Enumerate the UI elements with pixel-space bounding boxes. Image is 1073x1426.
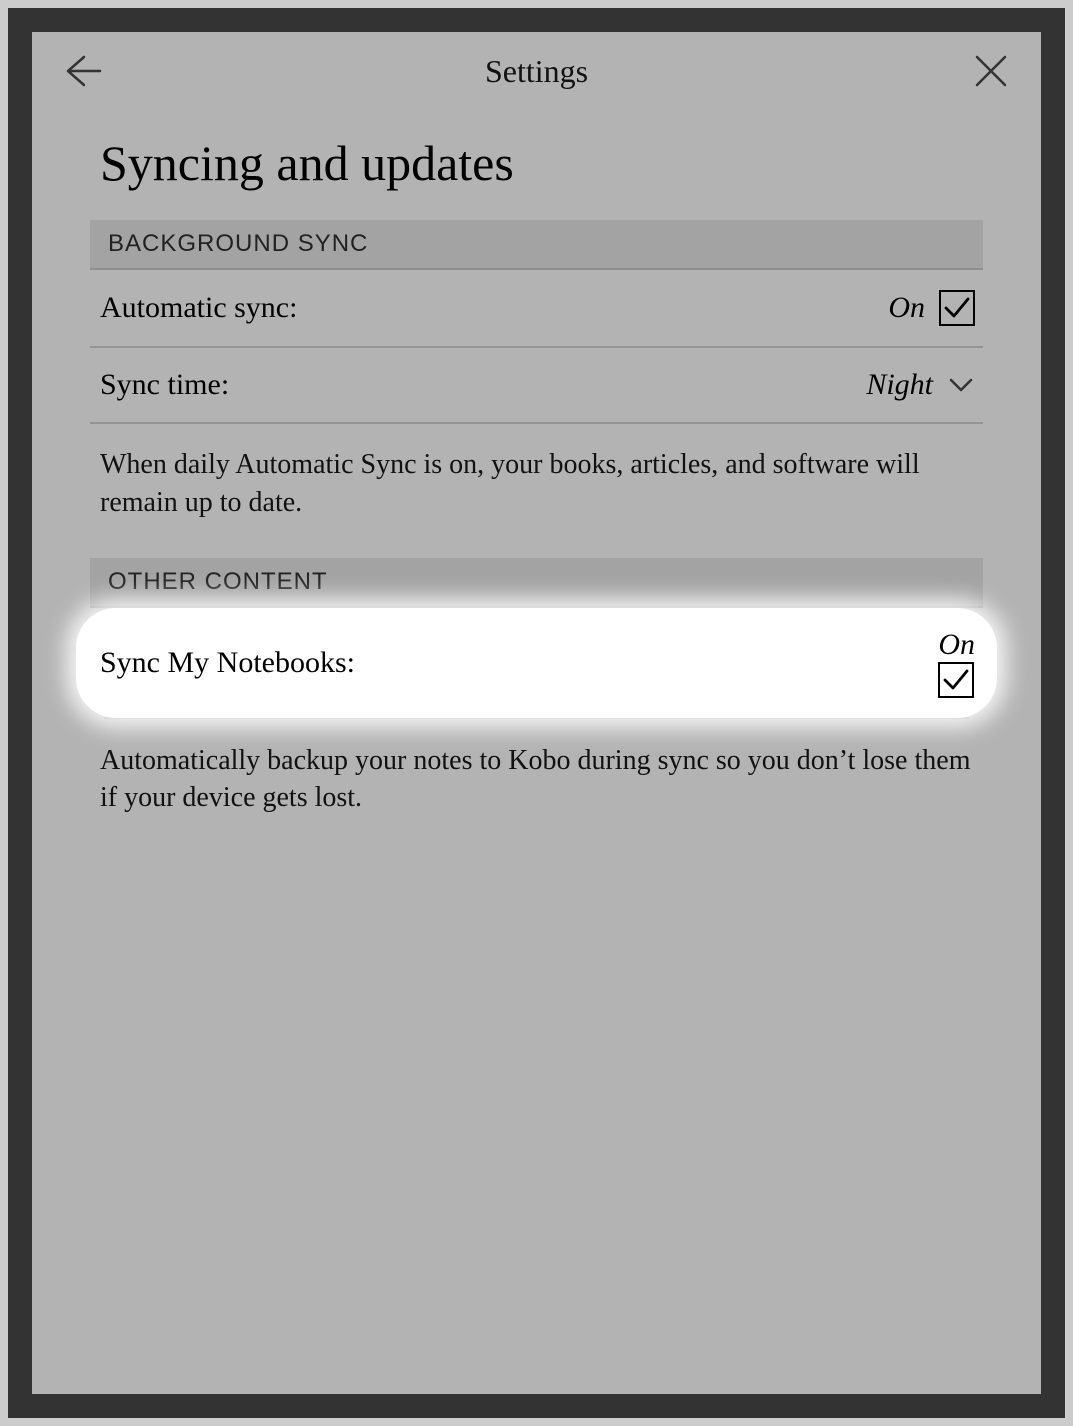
automatic-sync-row[interactable]: Automatic sync: On xyxy=(90,270,983,348)
chevron-down-icon xyxy=(948,376,974,394)
back-button[interactable] xyxy=(60,49,104,93)
sync-notebooks-value: On xyxy=(938,628,975,661)
checkmark-icon xyxy=(942,666,970,694)
sync-time-value-area: Night xyxy=(866,368,975,402)
sync-notebooks-value-area: On xyxy=(938,628,975,698)
sync-notebooks-checkbox[interactable] xyxy=(938,662,974,698)
close-button[interactable] xyxy=(969,49,1013,93)
automatic-sync-value-area: On xyxy=(888,290,975,326)
section-header-other-content: OTHER CONTENT xyxy=(90,558,983,608)
background-sync-description: When daily Automatic Sync is on, your bo… xyxy=(90,424,983,558)
sync-notebooks-row[interactable]: Sync My Notebooks: On xyxy=(76,608,997,718)
automatic-sync-label: Automatic sync: xyxy=(100,291,297,325)
automatic-sync-checkbox[interactable] xyxy=(939,290,975,326)
header-title: Settings xyxy=(485,53,588,90)
sync-notebooks-highlight: Sync My Notebooks: On xyxy=(76,608,997,718)
automatic-sync-value: On xyxy=(888,291,925,325)
content: Syncing and updates BACKGROUND SYNC Auto… xyxy=(32,110,1041,1394)
page-title: Syncing and updates xyxy=(90,134,983,192)
screen: Settings Syncing and updates BACKGROUND … xyxy=(32,32,1041,1394)
sync-time-value: Night xyxy=(866,368,933,402)
section-header-background-sync: BACKGROUND SYNC xyxy=(90,220,983,270)
titlebar: Settings xyxy=(32,32,1041,110)
back-arrow-icon xyxy=(62,53,102,89)
device-frame: Settings Syncing and updates BACKGROUND … xyxy=(8,8,1065,1418)
sync-notebooks-label: Sync My Notebooks: xyxy=(100,646,355,680)
checkmark-icon xyxy=(943,294,971,322)
sync-time-label: Sync time: xyxy=(100,368,229,402)
sync-time-dropdown[interactable] xyxy=(947,371,975,399)
close-icon xyxy=(973,53,1009,89)
sync-time-row[interactable]: Sync time: Night xyxy=(90,348,983,424)
other-content-description: Automatically backup your notes to Kobo … xyxy=(90,720,983,854)
